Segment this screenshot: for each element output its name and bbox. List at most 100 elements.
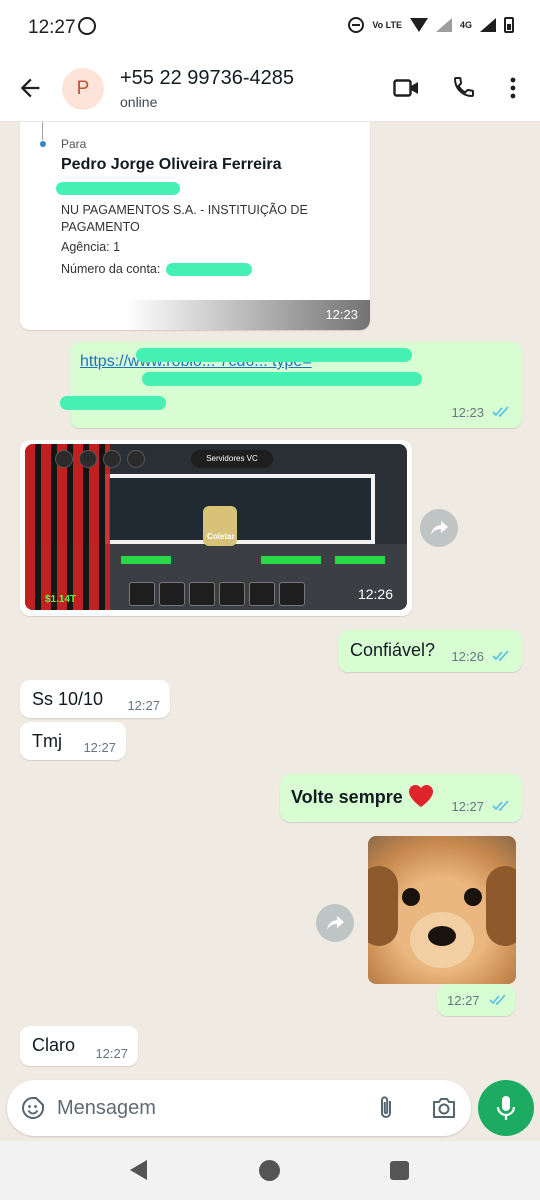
read-ticks-icon	[492, 800, 509, 812]
receipt-agency: Agência: 1	[61, 240, 121, 254]
back-arrow-icon[interactable]	[16, 74, 44, 102]
system-nav-bar	[0, 1141, 540, 1200]
message-time: 12:27	[83, 740, 116, 755]
game-slot	[279, 582, 305, 606]
message-composer	[7, 1080, 471, 1136]
message-text: Ss 10/10	[32, 689, 104, 709]
battery-icon	[504, 17, 514, 33]
puppy-image[interactable]	[368, 836, 516, 984]
receipt-image-message[interactable]: Para Pedro Jorge Oliveira Ferreira NU PA…	[20, 122, 370, 330]
redaction-mark	[60, 396, 166, 410]
game-button	[55, 450, 73, 468]
message-text: Claro	[32, 1035, 76, 1055]
read-ticks-icon	[489, 994, 506, 1006]
puppy-nose	[428, 926, 456, 946]
game-servers-label: Servidores VC	[191, 450, 273, 468]
puppy-eye	[402, 888, 420, 906]
game-slot	[129, 582, 155, 606]
message-time: 12:23	[325, 307, 358, 322]
game-action-label: Coletar	[207, 532, 235, 541]
phone-call-icon[interactable]	[452, 75, 476, 99]
redaction-mark	[136, 348, 412, 362]
game-wall	[105, 474, 375, 544]
text-message[interactable]: Tmj 12:27	[20, 722, 126, 760]
contact-status: online	[120, 94, 158, 110]
game-button	[127, 450, 145, 468]
link-message[interactable]: https://www.roblo... 7cd6... type= 12:23	[60, 342, 522, 428]
message-time: 12:27	[95, 1046, 128, 1061]
message-text: Tmj	[32, 731, 62, 751]
forward-button[interactable]	[316, 904, 354, 942]
message-time: 12:27	[447, 993, 480, 1008]
status-bar: 12:27 Vo LTE 4G	[0, 0, 540, 56]
redaction-mark	[142, 372, 422, 386]
game-slot	[219, 582, 245, 606]
puppy-ear	[368, 866, 398, 946]
more-options-icon[interactable]	[503, 76, 523, 100]
text-message[interactable]: Confiável? 12:26	[338, 630, 522, 672]
voice-record-button[interactable]	[478, 1080, 534, 1136]
text-message[interactable]: Claro 12:27	[20, 1026, 138, 1066]
camera-icon[interactable]	[431, 1096, 457, 1120]
message-time: 12:27	[127, 698, 160, 713]
puppy-ear	[486, 866, 516, 946]
microphone-icon	[496, 1096, 516, 1120]
message-time: 12:23	[451, 405, 484, 420]
redaction-mark	[56, 182, 180, 195]
signal-icon	[435, 18, 452, 32]
game-button	[103, 450, 121, 468]
chat-area[interactable]: Para Pedro Jorge Oliveira Ferreira NU PA…	[0, 122, 540, 1080]
text-message[interactable]: Volte sempre 12:27	[280, 774, 522, 822]
text-message[interactable]: Ss 10/10 12:27	[20, 680, 170, 718]
redaction-mark	[166, 263, 252, 276]
receipt-to-label: Para	[61, 137, 87, 151]
read-ticks-icon	[492, 650, 509, 662]
do-not-disturb-icon	[348, 17, 365, 33]
status-time: 12:27	[28, 17, 76, 38]
game-slot	[159, 582, 185, 606]
sticker-time-badge: 12:27	[437, 984, 515, 1016]
game-slot	[189, 582, 215, 606]
game-slot	[249, 582, 275, 606]
message-time: 12:26	[357, 586, 393, 602]
game-green-pad	[261, 556, 321, 564]
receipt-timeline-line	[42, 122, 43, 140]
game-green-pad	[335, 556, 385, 564]
message-text: Confiável?	[350, 640, 436, 660]
puppy-eye	[464, 888, 482, 906]
video-call-icon[interactable]	[393, 78, 419, 98]
chat-header: P +55 22 99736-4285 online	[0, 56, 540, 122]
nav-recents-icon[interactable]	[390, 1161, 409, 1180]
message-time: 12:26	[451, 649, 484, 664]
receipt-timeline-dot	[40, 141, 46, 147]
game-green-pad	[121, 556, 171, 564]
network-label: 4G	[459, 19, 472, 30]
game-screenshot[interactable]: Servidores VC Coletar $1.14T 12:26	[25, 444, 407, 610]
message-text: Volte sempre	[291, 787, 403, 807]
image-footer-gradient	[20, 300, 370, 330]
attach-icon[interactable]	[375, 1095, 397, 1121]
forward-button[interactable]	[420, 509, 458, 547]
game-toolbar	[55, 450, 145, 468]
whatsapp-icon	[78, 17, 96, 35]
wifi-icon	[409, 18, 428, 32]
receipt-account-label: Número da conta:	[61, 262, 161, 276]
nav-home-icon[interactable]	[259, 1160, 280, 1181]
message-input[interactable]	[57, 1088, 347, 1128]
signal-icon-2	[480, 18, 496, 32]
game-red-wall	[25, 444, 110, 610]
avatar[interactable]: P	[62, 68, 104, 110]
receipt-bank: NU PAGAMENTOS S.A. - INSTITUIÇÃO DE PAGA…	[61, 203, 308, 234]
forward-icon	[327, 916, 344, 930]
forward-icon	[431, 521, 448, 535]
sticker-emoji-icon[interactable]	[21, 1096, 45, 1120]
read-ticks-icon	[492, 406, 509, 418]
image-message[interactable]: Servidores VC Coletar $1.14T 12:26	[20, 440, 412, 616]
sticker-message[interactable]	[364, 832, 520, 988]
message-time: 12:27	[451, 799, 484, 814]
contact-name[interactable]: +55 22 99736-4285	[120, 67, 294, 90]
heart-emoji-icon	[409, 785, 433, 807]
status-icons: Vo LTE 4G	[348, 17, 514, 33]
volte-label: Vo LTE	[372, 19, 402, 30]
nav-back-icon[interactable]	[130, 1160, 147, 1180]
